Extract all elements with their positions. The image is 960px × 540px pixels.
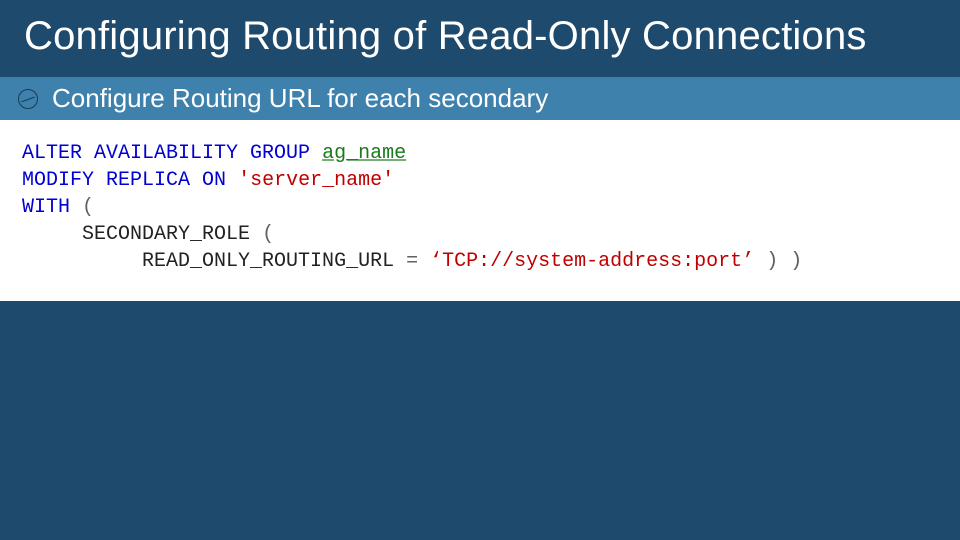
routing-url-key: READ_ONLY_ROUTING_URL xyxy=(142,250,394,273)
subheading-bar: Configure Routing URL for each secondary xyxy=(0,77,960,120)
sql-code-block: ALTER AVAILABILITY GROUP ag_name MODIFY … xyxy=(0,120,960,301)
keyword: ALTER AVAILABILITY GROUP xyxy=(22,142,310,165)
subheading-text: Configure Routing URL for each secondary xyxy=(52,83,548,114)
string-server-name: 'server_name' xyxy=(238,169,394,192)
paren: ) xyxy=(766,250,778,273)
equals: = xyxy=(406,250,418,273)
secondary-role: SECONDARY_ROLE xyxy=(82,223,250,246)
paren: ( xyxy=(82,196,94,219)
paren: ) xyxy=(790,250,802,273)
slide-title: Configuring Routing of Read-Only Connect… xyxy=(0,0,960,77)
paren: ( xyxy=(262,223,274,246)
identifier-ag-name: ag_name xyxy=(322,142,406,165)
keyword: MODIFY REPLICA ON xyxy=(22,169,226,192)
string-url: ‘TCP://system-address:port’ xyxy=(430,250,754,273)
keyword: WITH xyxy=(22,196,70,219)
bullet-icon xyxy=(18,89,38,109)
